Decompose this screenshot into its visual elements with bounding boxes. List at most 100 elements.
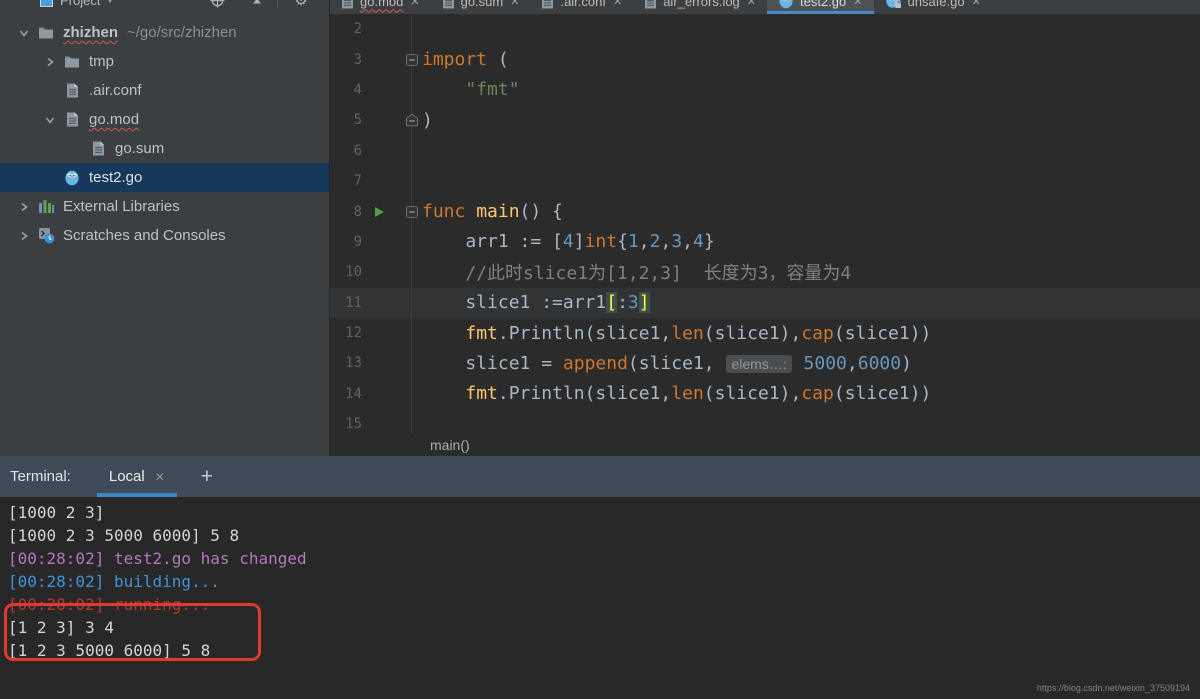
code-line-13[interactable]: 13 slice1 = append(slice1, elems…: 5000,… (330, 348, 1200, 379)
code-line-8[interactable]: 8 func main() { (330, 196, 1200, 227)
code-token: (slice1), (703, 383, 802, 405)
tab-go-sum[interactable]: go.sum ✕ (431, 0, 531, 14)
terminal-tab-label[interactable]: Local (109, 468, 145, 485)
code-line-4[interactable]: 4 "fmt" (330, 74, 1200, 106)
terminal-header: Terminal: Local ✕ + (0, 456, 1200, 497)
terminal-line: [1000 2 3 5000 6000] 5 8 (8, 526, 240, 545)
project-tree[interactable]: zhizhen ~/go/src/zhizhen tmp .air.conf go.mo… (0, 13, 329, 250)
tree-item-go-sum[interactable]: go.sum (0, 134, 329, 163)
fold-close-icon[interactable] (406, 114, 418, 127)
tab-test2-go[interactable]: test2.go ✕ (767, 0, 874, 14)
code-token: (slice1)) (833, 383, 932, 405)
chevron-right-icon[interactable] (12, 231, 36, 241)
tree-item-tmp[interactable]: tmp (0, 47, 329, 76)
gutter (362, 257, 412, 288)
code-token: //此时slice1为[1,2,3] 长度为3，容量为4 (465, 263, 852, 285)
gutter (362, 74, 412, 106)
line-number: 14 (345, 385, 362, 402)
tree-item-test2-go[interactable]: test2.go (0, 163, 329, 192)
fold-open-icon[interactable] (406, 205, 418, 218)
code-text: fmt.Println(slice1,len(slice1),cap(slice… (412, 383, 931, 404)
locate-file-icon[interactable] (210, 0, 225, 8)
code-line-9[interactable]: 9 arr1 := [4]int{1,2,3,4} (330, 226, 1200, 258)
terminal-tab-local[interactable]: Local ✕ (96, 456, 177, 497)
tree-item-label: go.sum (115, 140, 165, 157)
code-line-6[interactable]: 6 (330, 135, 1200, 166)
file-icon (442, 0, 455, 9)
editor-tabbar: go.mod ✕ go.sum ✕ .air.conf ✕ air_errors.log ✕ t… (330, 0, 1200, 14)
line-number: 15 (345, 416, 362, 433)
code-line-10[interactable]: 10 //此时slice1为[1,2,3] 长度为3，容量为4 (330, 257, 1200, 288)
tree-item-scratches-and-consoles[interactable]: Scratches and Consoles (0, 221, 329, 250)
code-token: append (562, 352, 628, 374)
code-token: 4 (562, 231, 574, 253)
file-icon (644, 0, 657, 9)
line-number: 10 (345, 264, 362, 281)
code-line-5[interactable]: 5) (330, 105, 1200, 136)
terminal-panel: Terminal: Local ✕ + [1000 2 3] [1000 2 3 … (0, 456, 1200, 699)
code-token: func (422, 201, 477, 223)
terminal-line: [1 2 3] 3 4 (8, 618, 114, 637)
tree-item-zhizhen[interactable]: zhizhen ~/go/src/zhizhen (0, 18, 329, 47)
code-text: func main() { (412, 201, 563, 222)
tab-label: go.mod (360, 0, 404, 9)
tab-inner: go.sum ✕ (431, 0, 531, 14)
line-number: 2 (353, 21, 362, 38)
chevron-down-icon[interactable] (12, 28, 36, 38)
code-line-11[interactable]: 11 slice1 :=arr1[:3] (330, 287, 1200, 318)
close-icon[interactable]: ✕ (613, 0, 622, 8)
gutter (362, 287, 412, 318)
fold-open-icon[interactable] (406, 53, 418, 66)
code-token: len (671, 322, 704, 344)
tab-unsafe-go[interactable]: unsafe.go ✕ (874, 0, 992, 14)
code-token: 2 (649, 231, 661, 253)
close-icon[interactable]: ✕ (747, 0, 756, 8)
code-token: ] (638, 292, 650, 314)
run-icon[interactable] (373, 206, 385, 218)
code-line-7[interactable]: 7 (330, 165, 1200, 197)
tab-air-errors-log[interactable]: air_errors.log ✕ (633, 0, 767, 14)
code-editor[interactable]: 2 3 import (4 "fmt" 5) 6 7 8 func main() {9 arr… (330, 14, 1200, 456)
code-line-3[interactable]: 3 import ( (330, 44, 1200, 75)
code-line-14[interactable]: 14 fmt.Println(slice1,len(slice1),cap(sl… (330, 378, 1200, 410)
tab-label: .air.conf (560, 0, 606, 9)
close-icon[interactable]: ✕ (510, 0, 519, 8)
chevron-down-icon[interactable]: ▼ (105, 0, 114, 5)
code-token: int (584, 231, 618, 253)
code-area[interactable]: 2 3 import (4 "fmt" 5) 6 7 8 func main() {9 arr… (330, 14, 1200, 440)
chevron-right-icon[interactable] (38, 57, 62, 67)
close-icon[interactable]: ✕ (972, 0, 981, 8)
code-line-2[interactable]: 2 (330, 14, 1200, 45)
code-text: fmt.Println(slice1,len(slice1),cap(slice… (412, 323, 931, 344)
collapse-all-icon[interactable] (251, 0, 263, 6)
close-icon[interactable]: ✕ (853, 0, 862, 8)
tree-item-air-conf[interactable]: .air.conf (0, 76, 329, 105)
tree-item-go-mod[interactable]: go.mod (0, 105, 329, 134)
tab-inner: air_errors.log ✕ (633, 0, 767, 14)
close-icon[interactable]: ✕ (410, 0, 419, 8)
file-icon (541, 0, 554, 9)
project-panel-title[interactable]: Project (60, 0, 100, 8)
chevron-right-icon[interactable] (12, 202, 36, 212)
breadcrumb[interactable]: main() (330, 434, 1200, 456)
close-icon[interactable]: ✕ (155, 470, 165, 484)
tab-go-mod[interactable]: go.mod ✕ (330, 0, 431, 14)
code-token: : (617, 292, 628, 314)
tab-air-conf[interactable]: .air.conf ✕ (530, 0, 633, 14)
gear-icon[interactable]: ⚙ (294, 0, 307, 9)
line-number: 3 (353, 51, 362, 68)
folder-icon (62, 55, 82, 69)
code-line-12[interactable]: 12 fmt.Println(slice1,len(slice1),cap(sl… (330, 317, 1200, 349)
tree-item-path-hint: ~/go/src/zhizhen (127, 24, 237, 41)
code-token: "fmt" (465, 79, 520, 101)
chevron-down-icon[interactable] (38, 115, 62, 125)
new-terminal-session-icon[interactable]: + (201, 465, 213, 489)
tree-item-external-libraries[interactable]: External Libraries (0, 192, 329, 221)
line-number: 8 (353, 203, 362, 220)
gutter (362, 348, 412, 379)
code-token: 3 (671, 231, 683, 253)
code-token: { (617, 231, 628, 253)
code-token: 6000 (857, 352, 902, 374)
terminal-output[interactable]: [1000 2 3] [1000 2 3 5000 6000] 5 8 [00:28… (0, 497, 1200, 662)
